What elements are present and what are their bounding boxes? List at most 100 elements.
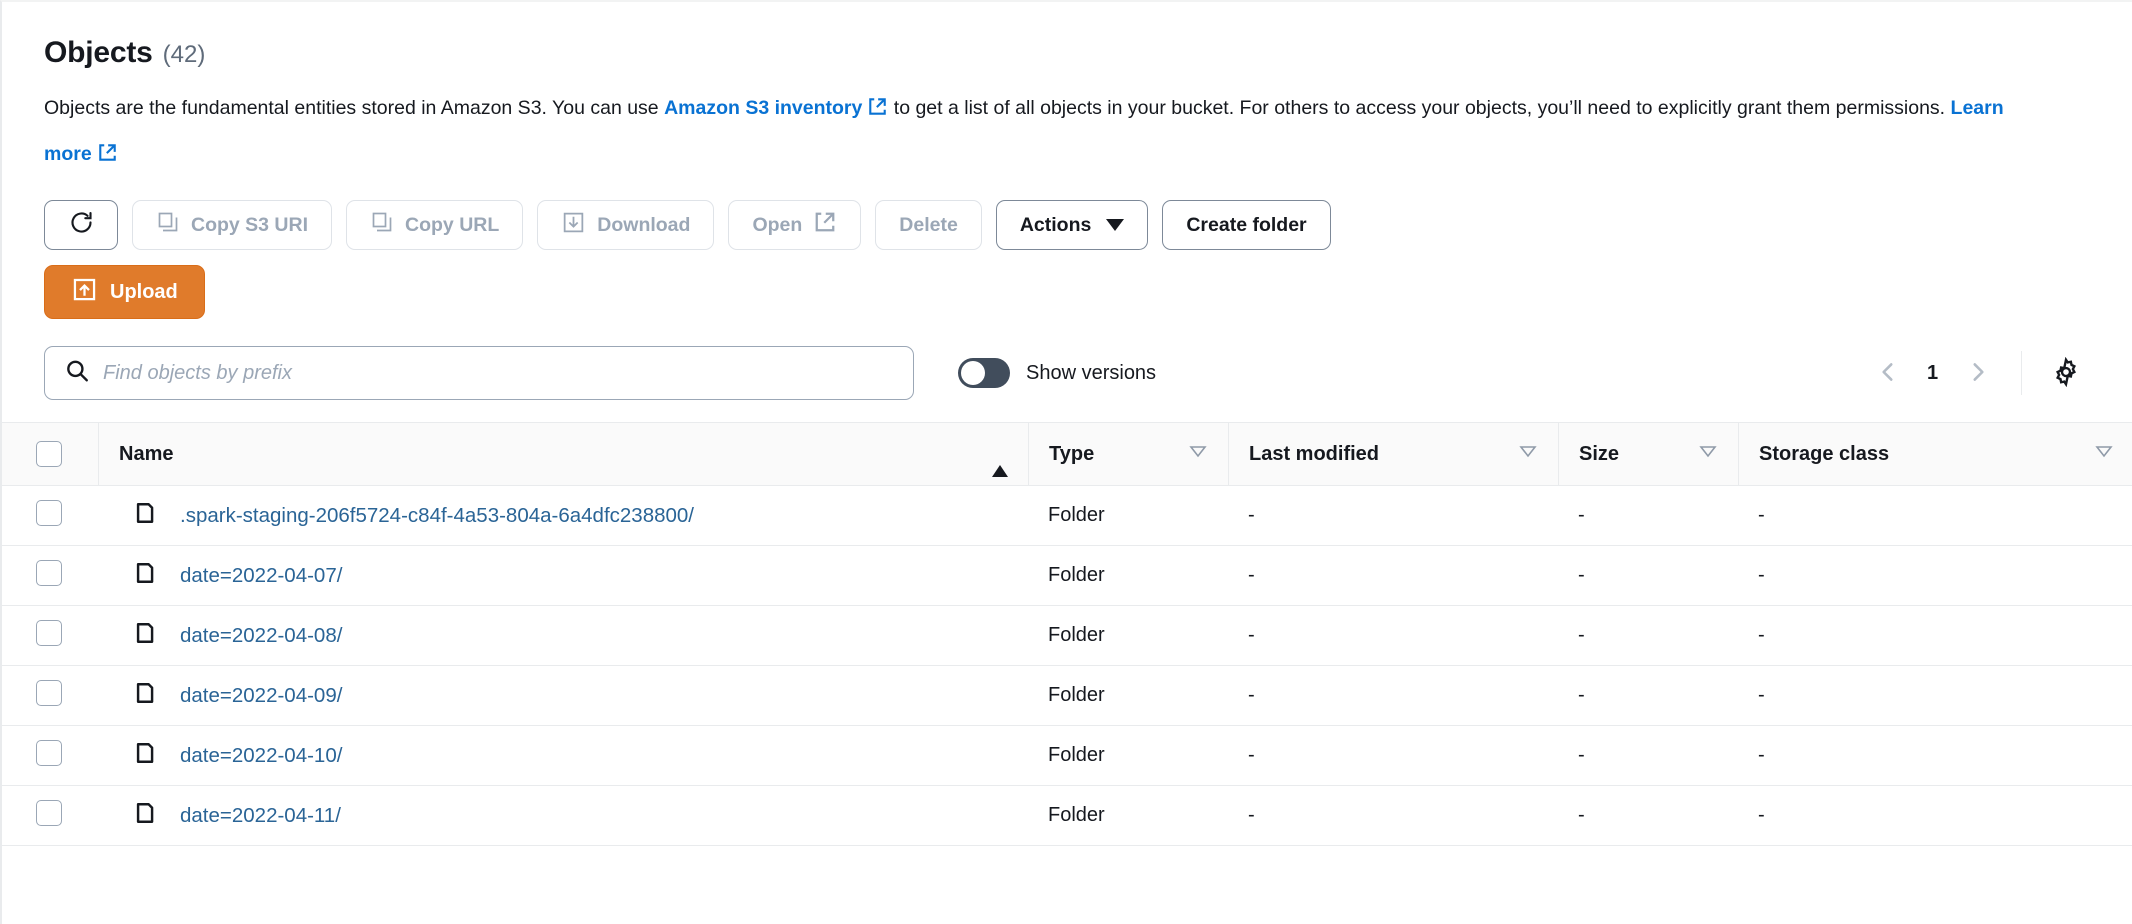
copy-s3-uri-button[interactable]: Copy S3 URI <box>132 200 332 250</box>
search-field <box>44 346 914 400</box>
row-select-cell <box>2 786 98 846</box>
create-folder-button[interactable]: Create folder <box>1162 200 1330 250</box>
row-storage-class-cell: - <box>1738 486 2132 546</box>
panel-description: Objects are the fundamental entities sto… <box>44 87 2054 179</box>
page-title-text: Objects <box>44 36 153 70</box>
table-row[interactable]: .spark-staging-206f5724-c84f-4a53-804a-6… <box>2 486 2132 546</box>
row-name-cell: date=2022-04-11/ <box>98 786 1028 846</box>
row-storage-class-cell: - <box>1738 606 2132 666</box>
row-checkbox[interactable] <box>36 740 62 766</box>
external-link-icon <box>813 210 837 240</box>
row-checkbox[interactable] <box>36 680 62 706</box>
actions-label: Actions <box>1020 214 1092 237</box>
description-text-1: Objects are the fundamental entities sto… <box>44 97 664 119</box>
row-name-cell: date=2022-04-09/ <box>98 666 1028 726</box>
download-icon <box>561 210 586 241</box>
pagination-divider <box>2021 351 2023 395</box>
sort-icon <box>2094 441 2114 467</box>
row-checkbox[interactable] <box>36 500 62 526</box>
refresh-button[interactable] <box>44 200 118 250</box>
column-header-size[interactable]: Size <box>1558 423 1738 486</box>
copy-icon <box>156 210 180 240</box>
column-header-type[interactable]: Type <box>1028 423 1228 486</box>
row-size-cell: - <box>1558 786 1738 846</box>
description-text-2: to get a list of all objects in your buc… <box>888 97 1950 119</box>
object-name-link[interactable]: date=2022-04-09/ <box>180 684 342 708</box>
row-type-cell: Folder <box>1028 666 1228 726</box>
row-type-cell: Folder <box>1028 726 1228 786</box>
upload-row: Upload <box>44 265 2090 319</box>
row-name-wrap: date=2022-04-11/ <box>118 799 1008 833</box>
table-row[interactable]: date=2022-04-08/ Folder - - - <box>2 606 2132 666</box>
amazon-s3-inventory-link[interactable]: Amazon S3 inventory <box>664 97 862 119</box>
object-name-link[interactable]: date=2022-04-08/ <box>180 624 342 648</box>
objects-toolbar: Copy S3 URI Copy URL D <box>44 200 2090 250</box>
copy-url-button[interactable]: Copy URL <box>346 200 523 250</box>
row-type-cell: Folder <box>1028 606 1228 666</box>
row-size-cell: - <box>1558 486 1738 546</box>
objects-table: Name Type Last modified <box>2 422 2132 846</box>
object-name-link[interactable]: date=2022-04-11/ <box>180 804 341 828</box>
next-page-button[interactable] <box>1955 350 2001 396</box>
preferences-button[interactable] <box>2042 349 2090 397</box>
row-name-wrap: date=2022-04-08/ <box>118 619 1008 653</box>
object-name-link[interactable]: date=2022-04-10/ <box>180 744 342 768</box>
column-header-name[interactable]: Name <box>98 423 1028 486</box>
object-name-link[interactable]: .spark-staging-206f5724-c84f-4a53-804a-6… <box>180 504 694 528</box>
show-versions-label: Show versions <box>1026 362 1156 385</box>
row-select-cell <box>2 666 98 726</box>
copy-icon <box>370 210 394 240</box>
row-name-wrap: date=2022-04-09/ <box>118 679 1008 713</box>
object-count: (42) <box>163 41 206 69</box>
external-link-icon <box>867 90 888 133</box>
row-select-cell <box>2 546 98 606</box>
column-header-size-inner[interactable]: Size <box>1558 423 1738 485</box>
row-checkbox[interactable] <box>36 800 62 826</box>
chevron-left-icon <box>1875 359 1901 388</box>
open-button[interactable]: Open <box>728 200 861 250</box>
column-header-storage-class-inner[interactable]: Storage class <box>1738 423 2132 485</box>
page-number[interactable]: 1 <box>1917 362 1949 385</box>
object-name-link[interactable]: date=2022-04-07/ <box>180 564 342 588</box>
column-header-last-modified-label: Last modified <box>1249 443 1379 466</box>
table-row[interactable]: date=2022-04-09/ Folder - - - <box>2 666 2132 726</box>
download-label: Download <box>597 214 690 237</box>
pagination: 1 <box>1865 349 2091 397</box>
row-checkbox[interactable] <box>36 620 62 646</box>
column-header-storage-class-label: Storage class <box>1759 443 1889 466</box>
column-header-type-inner[interactable]: Type <box>1028 423 1228 485</box>
actions-button[interactable]: Actions <box>996 200 1149 250</box>
show-versions-toggle[interactable] <box>958 358 1010 388</box>
row-type-cell: Folder <box>1028 486 1228 546</box>
copy-url-label: Copy URL <box>405 214 499 237</box>
table-header-row: Name Type Last modified <box>2 423 2132 486</box>
column-header-last-modified-inner[interactable]: Last modified <box>1228 423 1558 485</box>
delete-button[interactable]: Delete <box>875 200 982 250</box>
column-header-name-inner[interactable]: Name <box>98 423 1028 485</box>
row-size-cell: - <box>1558 726 1738 786</box>
row-size-cell: - <box>1558 546 1738 606</box>
upload-button[interactable]: Upload <box>44 265 205 319</box>
column-header-storage-class[interactable]: Storage class <box>1738 423 2132 486</box>
folder-icon <box>134 499 162 533</box>
row-name-wrap: .spark-staging-206f5724-c84f-4a53-804a-6… <box>118 499 1008 533</box>
upload-label: Upload <box>110 281 178 304</box>
table-row[interactable]: date=2022-04-07/ Folder - - - <box>2 546 2132 606</box>
row-name-cell: date=2022-04-08/ <box>98 606 1028 666</box>
sort-ascending-icon <box>992 443 1008 466</box>
table-row[interactable]: date=2022-04-11/ Folder - - - <box>2 786 2132 846</box>
external-link-icon <box>97 136 118 179</box>
folder-icon <box>134 679 162 713</box>
select-all-checkbox[interactable] <box>36 441 62 467</box>
select-all-header <box>2 423 98 486</box>
show-versions-toggle-group: Show versions <box>958 358 1156 388</box>
prev-page-button[interactable] <box>1865 350 1911 396</box>
column-header-last-modified[interactable]: Last modified <box>1228 423 1558 486</box>
download-button[interactable]: Download <box>537 200 714 250</box>
search-input[interactable] <box>44 346 914 400</box>
column-header-name-label: Name <box>119 443 173 466</box>
folder-icon <box>134 739 162 773</box>
row-checkbox[interactable] <box>36 560 62 586</box>
refresh-icon <box>68 209 95 242</box>
table-row[interactable]: date=2022-04-10/ Folder - - - <box>2 726 2132 786</box>
